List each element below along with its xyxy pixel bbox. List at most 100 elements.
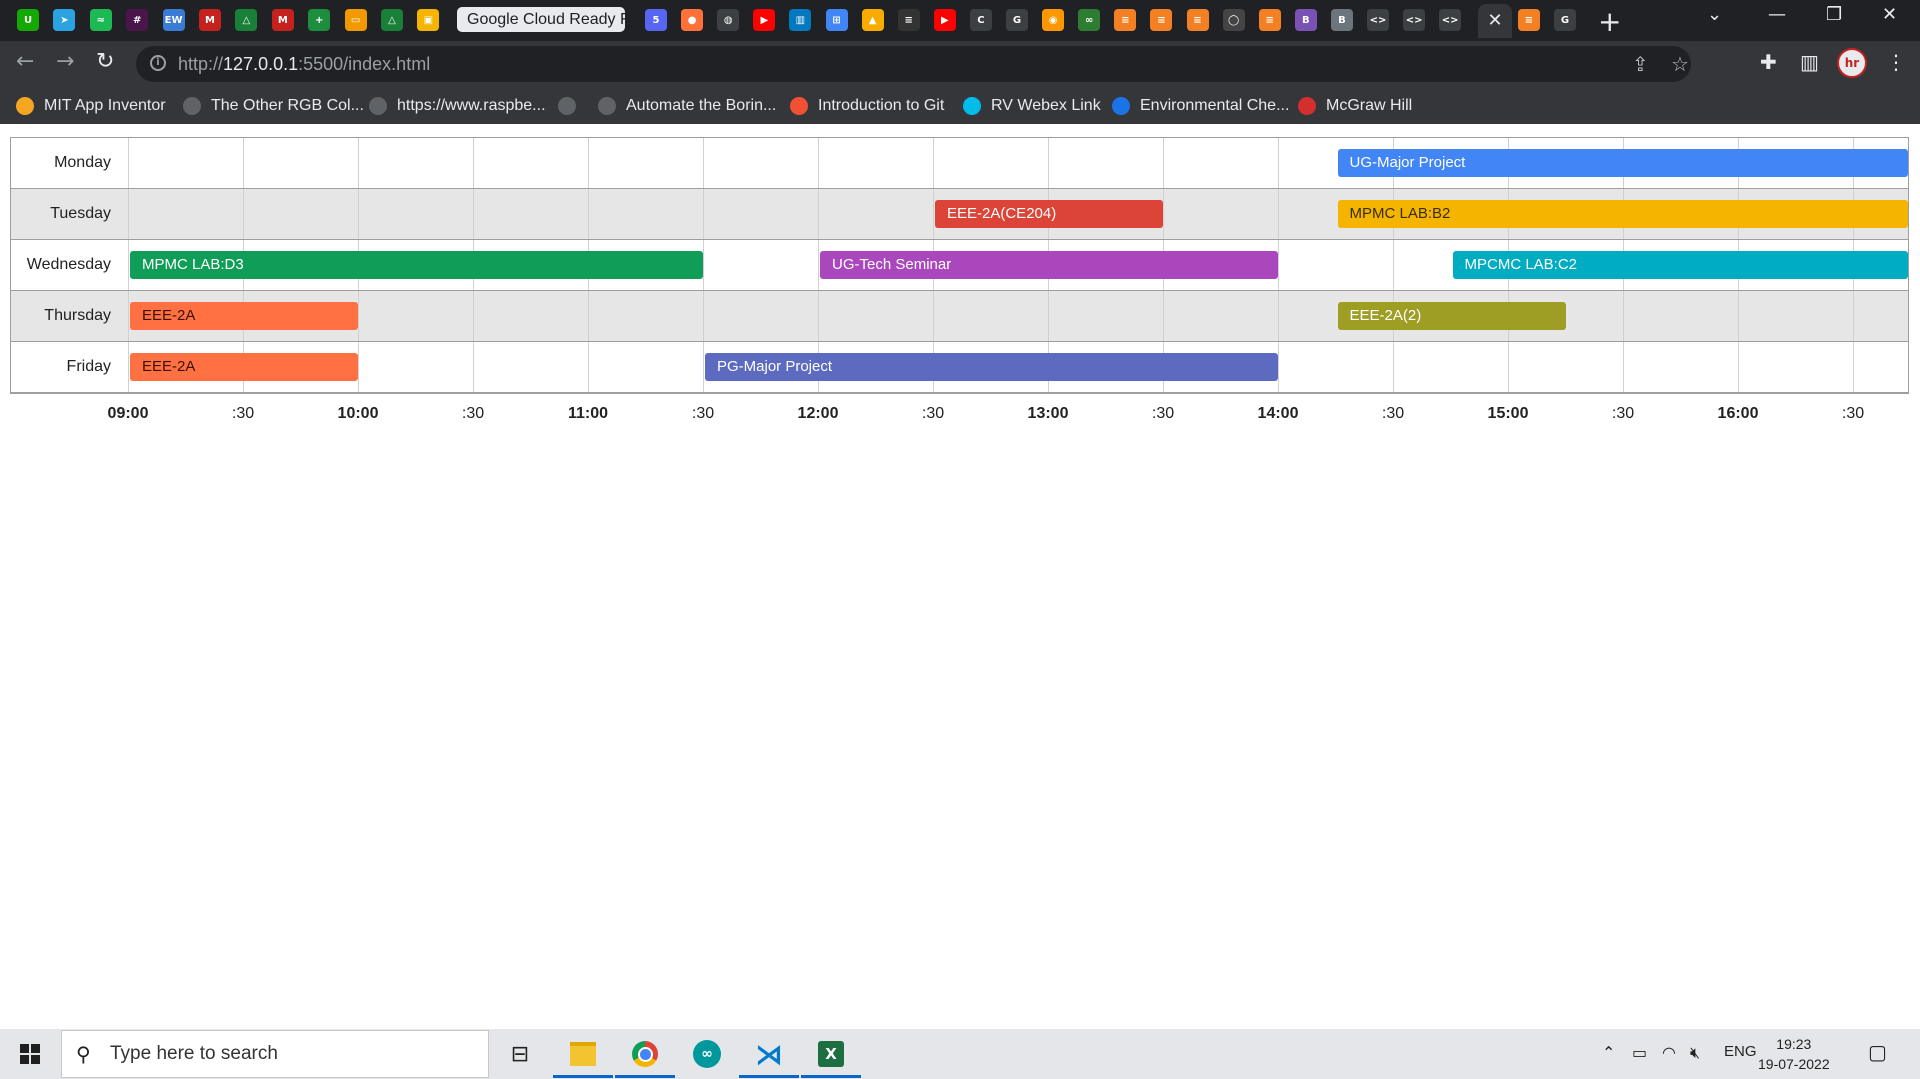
close-window-icon[interactable]: ✕ [1882, 4, 1897, 25]
volume-muted-icon[interactable]: 🔇︎ [1690, 1043, 1700, 1063]
bookmark-item[interactable]: MIT App Inventor [16, 95, 166, 117]
tab-google-cloud-ready[interactable]: Google Cloud Ready F [457, 7, 625, 32]
schedule-bar[interactable]: EEE-2A(2) [1337, 302, 1566, 330]
menu-icon[interactable]: ⋮ [1886, 50, 1906, 74]
site-info-icon[interactable]: i [150, 55, 166, 71]
tab-search-icon[interactable]: ⌄ [1707, 4, 1722, 25]
slack-icon[interactable]: # [126, 9, 149, 31]
minimize-icon[interactable]: — [1768, 4, 1786, 25]
close-tab-icon[interactable]: ✕ [1478, 4, 1512, 38]
c-icon[interactable]: C [969, 9, 992, 31]
axis-tick-label: 15:00 [1487, 405, 1529, 422]
code-icon[interactable]: <> [1439, 9, 1462, 31]
restore-icon[interactable]: ❐ [1826, 4, 1842, 25]
share-icon[interactable]: ⇪ [1632, 52, 1649, 76]
bookmark-item[interactable] [558, 95, 576, 117]
schedule-bar[interactable]: MPMC LAB:D3 [130, 251, 703, 279]
schedule-bar[interactable]: UG-Tech Seminar [820, 251, 1278, 279]
bookmark-item[interactable]: The Other RGB Col... [183, 95, 364, 117]
grid-line [703, 240, 704, 290]
ew-icon[interactable]: EW [162, 9, 185, 31]
classroom-icon[interactable]: ▣ [417, 9, 440, 31]
clock[interactable]: 19:23 19-07-2022 [1758, 1034, 1830, 1074]
stackoverflow-icon[interactable]: ≡ [1114, 9, 1137, 31]
code-icon[interactable]: <> [1367, 9, 1389, 31]
glasses-icon[interactable]: ∞ [1078, 9, 1101, 31]
file-explorer-icon[interactable] [553, 1034, 613, 1078]
trello-icon[interactable]: ▥ [789, 9, 812, 31]
side-panel-icon[interactable]: ▥ [1800, 50, 1819, 74]
app-icon[interactable]: ⊞ [825, 9, 848, 31]
bookmark-item[interactable]: Automate the Borin... [598, 95, 776, 117]
notifications-icon[interactable]: ▢ [1868, 1040, 1887, 1064]
reddit-badge-icon[interactable]: 5 [645, 9, 667, 31]
taskbar-search-box[interactable]: ⚲ Type here to search [61, 1030, 489, 1078]
telegram-icon[interactable]: ➤ [53, 9, 76, 31]
new-tab-button[interactable]: + [1598, 5, 1621, 38]
url-text[interactable]: http://127.0.0.1:5500/index.html [178, 54, 430, 75]
code-icon[interactable]: <> [1403, 9, 1426, 31]
bookmark-item[interactable]: Environmental Che... [1112, 95, 1289, 117]
vscode-icon[interactable]: ⋊ [739, 1034, 799, 1078]
forward-icon[interactable]: → [56, 49, 74, 74]
bootstrap-icon[interactable]: B [1294, 9, 1317, 31]
grid-line [818, 240, 819, 290]
schedule-bar[interactable]: EEE-2A(CE204) [935, 200, 1163, 228]
grid-line [1393, 240, 1394, 290]
reload-icon[interactable]: ↻ [96, 49, 114, 74]
grid-line [128, 342, 129, 392]
gmail-icon[interactable]: M [199, 9, 221, 31]
arduino-icon[interactable]: ∞ [687, 1034, 727, 1074]
globe-icon[interactable]: ◍ [717, 9, 740, 31]
google-icon[interactable]: G [1006, 9, 1028, 31]
bookmark-item[interactable]: Introduction to Git [790, 95, 944, 117]
google-icon[interactable]: G [1554, 9, 1576, 31]
slides-icon[interactable]: ▭ [344, 9, 367, 31]
grid-line [1048, 291, 1049, 341]
fire-icon[interactable]: ▲ [861, 9, 884, 31]
stackoverflow-icon[interactable]: ≡ [1258, 9, 1281, 31]
schedule-bar[interactable]: EEE-2A [130, 302, 358, 330]
spotify-icon[interactable]: ≈ [89, 9, 112, 31]
show-hidden-icons-icon[interactable]: ⌃ [1602, 1043, 1615, 1062]
extensions-icon[interactable]: ✚ [1760, 50, 1777, 74]
task-view-icon[interactable]: ⊟ [500, 1034, 540, 1074]
schedule-bar[interactable]: EEE-2A [130, 353, 358, 381]
upwork-icon[interactable]: U [17, 9, 39, 31]
bootstrap-icon[interactable]: B [1330, 9, 1353, 31]
grid-line [473, 138, 474, 188]
search-placeholder[interactable]: Type here to search [110, 1043, 278, 1065]
address-bar[interactable]: i http://127.0.0.1:5500/index.html ☆ ⇪ [136, 46, 1691, 82]
schedule-bar[interactable]: MPCMC LAB:C2 [1452, 251, 1908, 279]
bookmark-item[interactable]: RV Webex Link [963, 95, 1101, 117]
bookmark-item[interactable]: McGraw Hill [1298, 95, 1412, 117]
youtube-icon[interactable]: ▶ [933, 9, 956, 31]
youtube-icon[interactable]: ▶ [753, 9, 776, 31]
schedule-bar[interactable]: MPMC LAB:B2 [1337, 200, 1908, 228]
github-icon[interactable]: ◯ [1222, 9, 1245, 31]
schedule-bar[interactable]: PG-Major Project [705, 353, 1278, 381]
firefox-icon[interactable]: ● [681, 9, 704, 31]
stackoverflow-icon[interactable]: ≡ [1186, 9, 1209, 31]
bookmark-item[interactable]: https://www.raspbe... [369, 95, 546, 117]
language-indicator[interactable]: ENG [1724, 1043, 1757, 1060]
stackoverflow-icon[interactable]: ≡ [1150, 9, 1173, 31]
back-icon[interactable]: ← [16, 49, 34, 74]
orange-icon[interactable]: ◉ [1042, 9, 1065, 31]
drive-icon[interactable]: △ [235, 9, 258, 31]
globe-icon [598, 97, 616, 115]
drive-icon[interactable]: △ [381, 9, 403, 31]
battery-icon[interactable]: ▭ [1632, 1043, 1647, 1062]
wifi-icon[interactable]: ◠ [1662, 1043, 1676, 1062]
chrome-icon[interactable] [615, 1034, 675, 1078]
sheets-plus-icon[interactable]: + [308, 9, 331, 31]
stackoverflow-icon[interactable]: ≡ [1518, 9, 1540, 31]
schedule-bar[interactable]: UG-Major Project [1337, 149, 1908, 177]
gmail-icon[interactable]: M [271, 9, 294, 31]
swm-icon[interactable]: ≡ [897, 9, 920, 31]
star-icon[interactable]: ☆ [1671, 52, 1689, 76]
grid-line [1393, 342, 1394, 392]
windows-start-icon[interactable] [20, 1044, 40, 1064]
excel-icon[interactable]: X [801, 1034, 861, 1078]
profile-avatar[interactable]: hr [1837, 48, 1867, 78]
